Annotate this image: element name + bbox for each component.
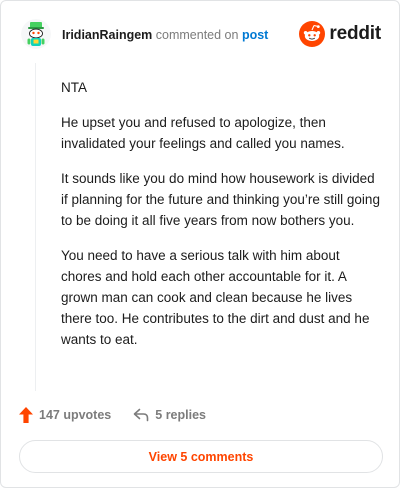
comment-header: IridianRaingem commented on post reddit [21,19,381,49]
user-avatar[interactable] [21,19,51,49]
commented-on-text: commented on [155,28,239,42]
username-link[interactable]: IridianRaingem [62,28,152,42]
comment-paragraph: You need to have a serious talk with him… [61,248,370,347]
thread-line [35,63,36,391]
replies-count: 5 replies [155,408,206,422]
comment-actions: 147 upvotes 5 replies [19,405,379,425]
reply-arrow-icon [133,408,149,422]
reddit-logo-icon [299,21,326,47]
post-link[interactable]: post [242,28,268,42]
comment-paragraph: He upset you and refused to apologize, t… [61,115,345,151]
upvote-arrow-icon [19,407,33,423]
comment-paragraph: It sounds like you do mind how housework… [61,171,380,228]
comment-paragraph: NTA [61,80,87,95]
reddit-brand[interactable]: reddit [299,20,381,48]
view-comments-button[interactable]: View 5 comments [19,440,383,473]
replies-button[interactable]: 5 replies [133,408,206,422]
comment-meta: IridianRaingem commented on post [62,27,268,43]
snoo-avatar-icon [21,19,51,49]
reddit-wordmark: reddit [329,23,381,44]
upvote-button[interactable]: 147 upvotes [19,407,111,423]
comment-body: NTA He upset you and refused to apologiz… [61,77,381,364]
comment-embed-card: IridianRaingem commented on post reddit … [0,0,400,488]
upvote-count: 147 upvotes [39,408,112,422]
